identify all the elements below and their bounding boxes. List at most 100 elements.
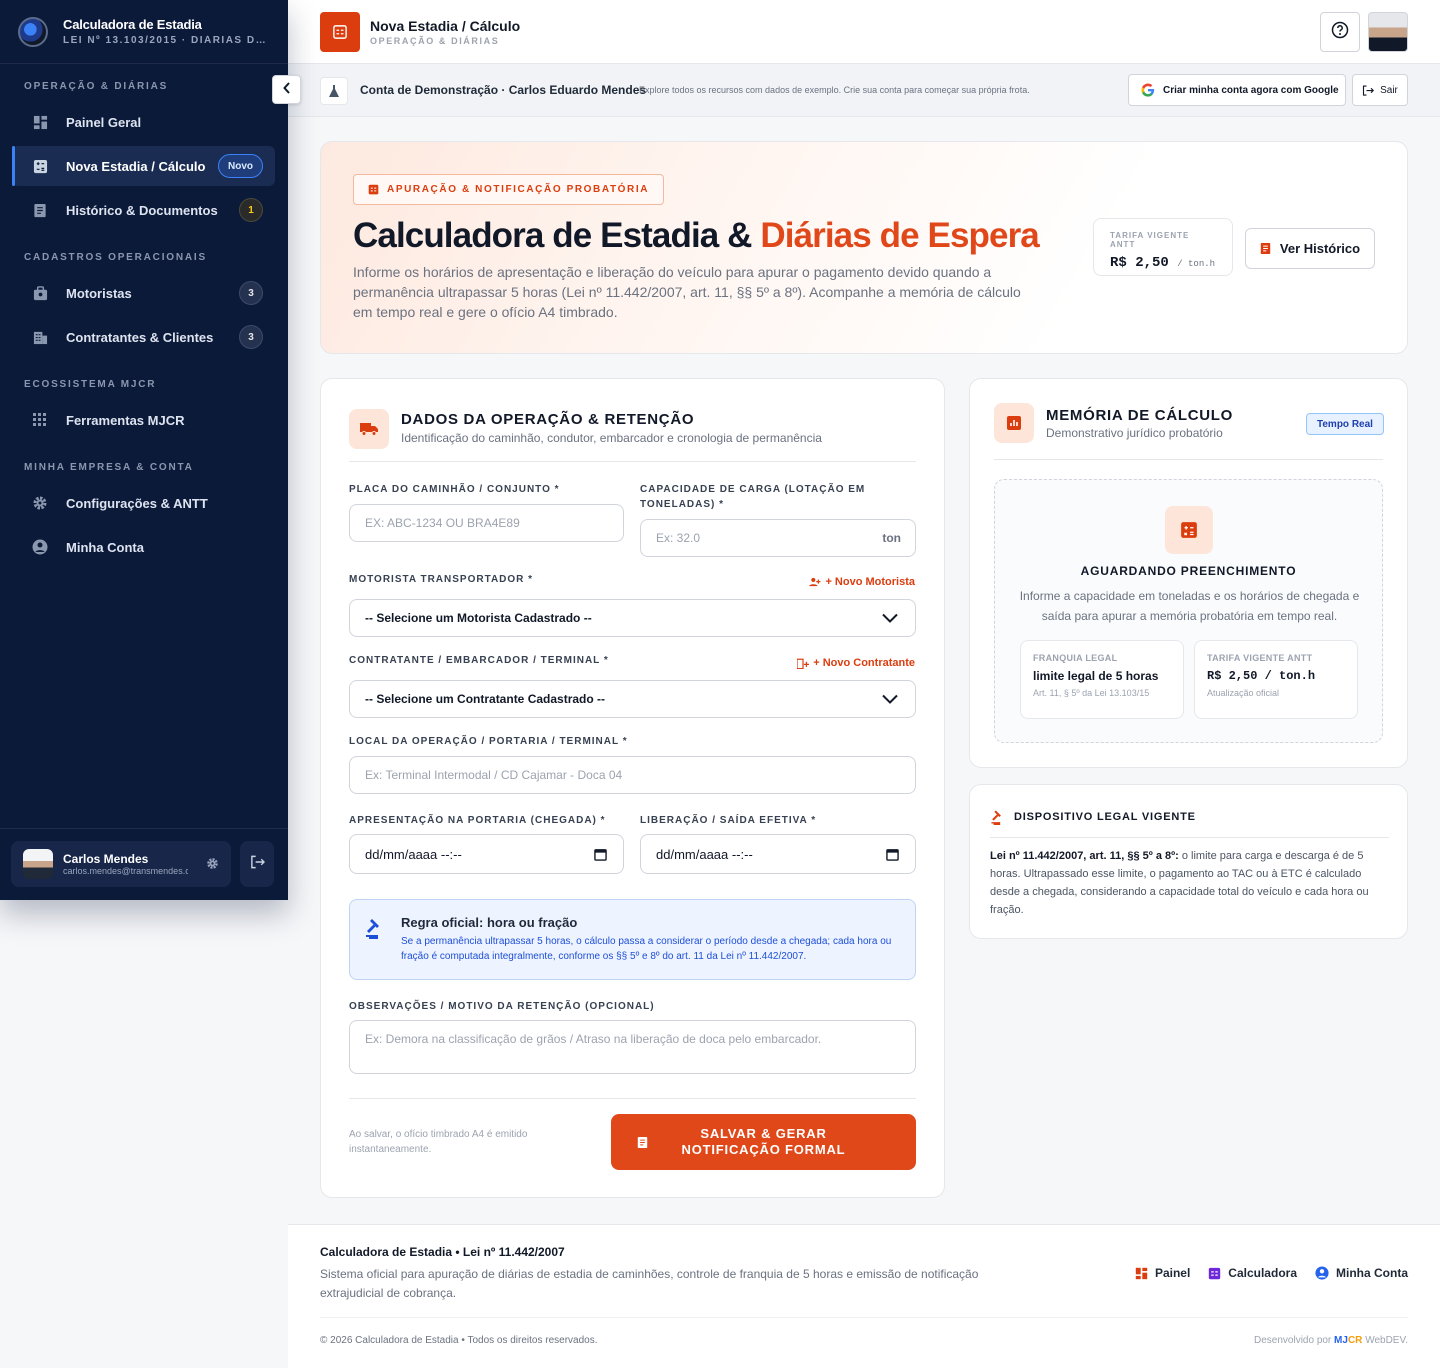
chegada-label: APRESENTAÇÃO NA PORTARIA (CHEGADA) * xyxy=(349,815,606,826)
obs-label: OBSERVAÇÕES / MOTIVO DA RETENÇÃO (OPCION… xyxy=(349,1001,655,1012)
sidebar-item-label: Nova Estadia / Cálculo xyxy=(66,158,206,174)
sidebar-item-configuracoes[interactable]: Configurações & ANTT xyxy=(12,483,275,523)
gear-icon[interactable] xyxy=(206,857,219,875)
question-icon xyxy=(1331,21,1349,44)
hero-tag: APURAÇÃO & NOTIFICAÇÃO PROBATÓRIA xyxy=(353,174,665,205)
motorista-select[interactable]: -- Selecione um Motorista Cadastrado -- xyxy=(349,599,916,637)
sidebar-item-painel[interactable]: Painel Geral xyxy=(12,102,275,142)
form-subtitle: Identificação do caminhão, condutor, emb… xyxy=(401,431,822,445)
footer-link-painel[interactable]: Painel xyxy=(1135,1266,1190,1280)
calendar-icon[interactable] xyxy=(594,848,607,861)
realtime-badge: Tempo Real xyxy=(1306,413,1384,435)
avatar xyxy=(23,849,53,879)
sidebar-item-conta[interactable]: Minha Conta xyxy=(12,527,275,567)
local-input[interactable]: Ex: Terminal Intermodal / CD Cajamar - D… xyxy=(349,756,916,794)
rule-text: Se a permanência ultrapassar 5 horas, o … xyxy=(401,936,892,962)
user-plus-icon xyxy=(809,577,821,587)
sidebar-item-label: Configurações & ANTT xyxy=(66,495,208,511)
obs-textarea[interactable]: Ex: Demora na classificação de grãos / A… xyxy=(349,1020,916,1074)
footer-links: Painel Calculadora Minha Conta xyxy=(1135,1266,1408,1280)
add-motorista-link[interactable]: + Novo Motorista xyxy=(809,576,915,588)
brand[interactable]: Calculadora de Estadia LEI Nº 13.103/201… xyxy=(0,0,288,64)
divider xyxy=(994,459,1383,460)
document-icon xyxy=(637,1136,648,1149)
footer: Calculadora de Estadia • Lei nº 11.442/2… xyxy=(288,1224,1440,1368)
add-motorista-label: + Novo Motorista xyxy=(825,576,915,588)
sidebar-item-contratantes[interactable]: Contratantes & Clientes 3 xyxy=(12,317,275,357)
contratante-select[interactable]: -- Selecione um Contratante Cadastrado -… xyxy=(349,680,916,718)
divider xyxy=(349,1098,916,1099)
google-signup-button[interactable]: Criar minha conta agora com Google xyxy=(1128,74,1346,106)
user-panel: Carlos Mendes carlos.mendes@transmendes.… xyxy=(0,828,288,900)
franquia-note: Art. 11, § 5º da Lei 13.103/15 xyxy=(1033,688,1150,698)
footer-link-conta[interactable]: Minha Conta xyxy=(1315,1266,1408,1280)
user-circle-icon xyxy=(32,539,48,555)
calculator-icon xyxy=(32,158,48,174)
help-button[interactable] xyxy=(1320,12,1360,52)
dev-prefix: Desenvolvido por xyxy=(1254,1335,1332,1346)
building-icon xyxy=(32,329,48,345)
count-badge: 3 xyxy=(239,281,263,305)
brand-subtitle: LEI Nº 13.103/2015 · DIÁRIAS DE ESPERA xyxy=(63,35,269,46)
save-generate-label: SALVAR & GERAR NOTIFICAÇÃO FORMAL xyxy=(681,1126,846,1157)
legal-text: Lei nº 11.442/2007, art. 11, §§ 5º a 8º:… xyxy=(990,847,1375,919)
footer-title: Calculadora de Estadia • Lei nº 11.442/2… xyxy=(320,1245,565,1259)
memoria-title: MEMÓRIA DE CÁLCULO xyxy=(1046,407,1234,424)
avatar[interactable] xyxy=(1368,12,1408,52)
truck-icon xyxy=(349,409,389,449)
divider xyxy=(320,1317,1408,1318)
user-card[interactable]: Carlos Mendes carlos.mendes@transmendes.… xyxy=(11,841,231,887)
sidebar-item-nova-estadia[interactable]: Nova Estadia / Cálculo Novo xyxy=(12,146,275,186)
calculator-icon xyxy=(1208,1267,1221,1280)
sidebar-item-label: Motoristas xyxy=(66,285,132,301)
section-cadastros: CADASTROS OPERACIONAIS xyxy=(24,252,207,263)
contratante-select-value: -- Selecione um Contratante Cadastrado -… xyxy=(365,692,606,706)
capacidade-placeholder: Ex: 32.0 xyxy=(656,531,701,545)
chegada-datetime-input[interactable]: dd/mm/aaaa --:-- xyxy=(349,834,624,874)
tarifa-amount: R$ 2,50 xyxy=(1110,255,1169,271)
dashboard-icon xyxy=(1135,1267,1148,1280)
saida-datetime-input[interactable]: dd/mm/aaaa --:-- xyxy=(640,834,916,874)
sidebar: Calculadora de Estadia LEI Nº 13.103/201… xyxy=(0,0,288,900)
logout-button[interactable] xyxy=(240,841,274,887)
count-badge: 1 xyxy=(239,198,263,222)
placa-input[interactable]: EX: ABC-1234 OU BRA4E89 xyxy=(349,504,624,542)
dev-brand: MJCR xyxy=(1334,1335,1362,1346)
add-contratante-link[interactable]: + Novo Contratante xyxy=(797,657,915,669)
chevron-down-icon xyxy=(882,613,898,623)
footer-developer[interactable]: Desenvolvido por MJCR WebDEV. xyxy=(1254,1335,1408,1346)
sidebar-item-label: Ferramentas MJCR xyxy=(66,412,185,428)
exit-button[interactable]: Sair xyxy=(1352,74,1408,106)
divider xyxy=(349,461,916,462)
collapse-sidebar-button[interactable] xyxy=(272,75,301,104)
sidebar-item-ferramentas[interactable]: Ferramentas MJCR xyxy=(12,400,275,440)
waiting-box: AGUARDANDO PREENCHIMENTO Informe a capac… xyxy=(994,479,1383,743)
hero-title-main: Calculadora de Estadia & xyxy=(353,216,761,255)
tarifa-card-note: Atualização oficial xyxy=(1207,688,1280,698)
logout-icon xyxy=(250,855,265,874)
dev-brand-a: MJ xyxy=(1334,1335,1348,1346)
save-generate-button[interactable]: SALVAR & GERAR NOTIFICAÇÃO FORMAL xyxy=(611,1114,916,1170)
history-button-label: Ver Histórico xyxy=(1279,241,1361,256)
sidebar-item-motoristas[interactable]: Motoristas 3 xyxy=(12,273,275,313)
capacidade-unit: ton xyxy=(882,531,901,545)
motorista-select-value: -- Selecione um Motorista Cadastrado -- xyxy=(365,611,592,625)
rule-info-box: Regra oficial: hora ou fração Se a perma… xyxy=(349,899,916,980)
capacidade-input[interactable]: Ex: 32.0 ton xyxy=(640,519,916,557)
sidebar-item-historico[interactable]: Histórico & Documentos 1 xyxy=(12,190,275,230)
calendar-icon[interactable] xyxy=(886,848,899,861)
memoria-subtitle: Demonstrativo jurídico probatório xyxy=(1046,426,1223,440)
footer-copyright: © 2026 Calculadora de Estadia • Todos os… xyxy=(320,1335,598,1346)
franquia-card: FRANQUIA LEGAL limite legal de 5 horas A… xyxy=(1020,640,1184,719)
tarifa-card-label: TARIFA VIGENTE ANTT xyxy=(1207,653,1313,663)
divider xyxy=(990,837,1389,838)
document-icon xyxy=(1260,242,1271,255)
saida-value: dd/mm/aaaa --:-- xyxy=(656,846,753,862)
tarifa-label: TARIFA VIGENTE ANTT xyxy=(1110,231,1190,249)
hero-card: APURAÇÃO & NOTIFICAÇÃO PROBATÓRIA Calcul… xyxy=(320,141,1408,354)
footer-link-calculadora[interactable]: Calculadora xyxy=(1208,1266,1297,1280)
history-button[interactable]: Ver Histórico xyxy=(1245,228,1375,269)
hero-title: Calculadora de Estadia & Diárias de Espe… xyxy=(353,216,1040,256)
add-contratante-label: + Novo Contratante xyxy=(813,657,915,669)
legal-card: DISPOSITIVO LEGAL VIGENTE Lei nº 11.442/… xyxy=(969,784,1408,939)
